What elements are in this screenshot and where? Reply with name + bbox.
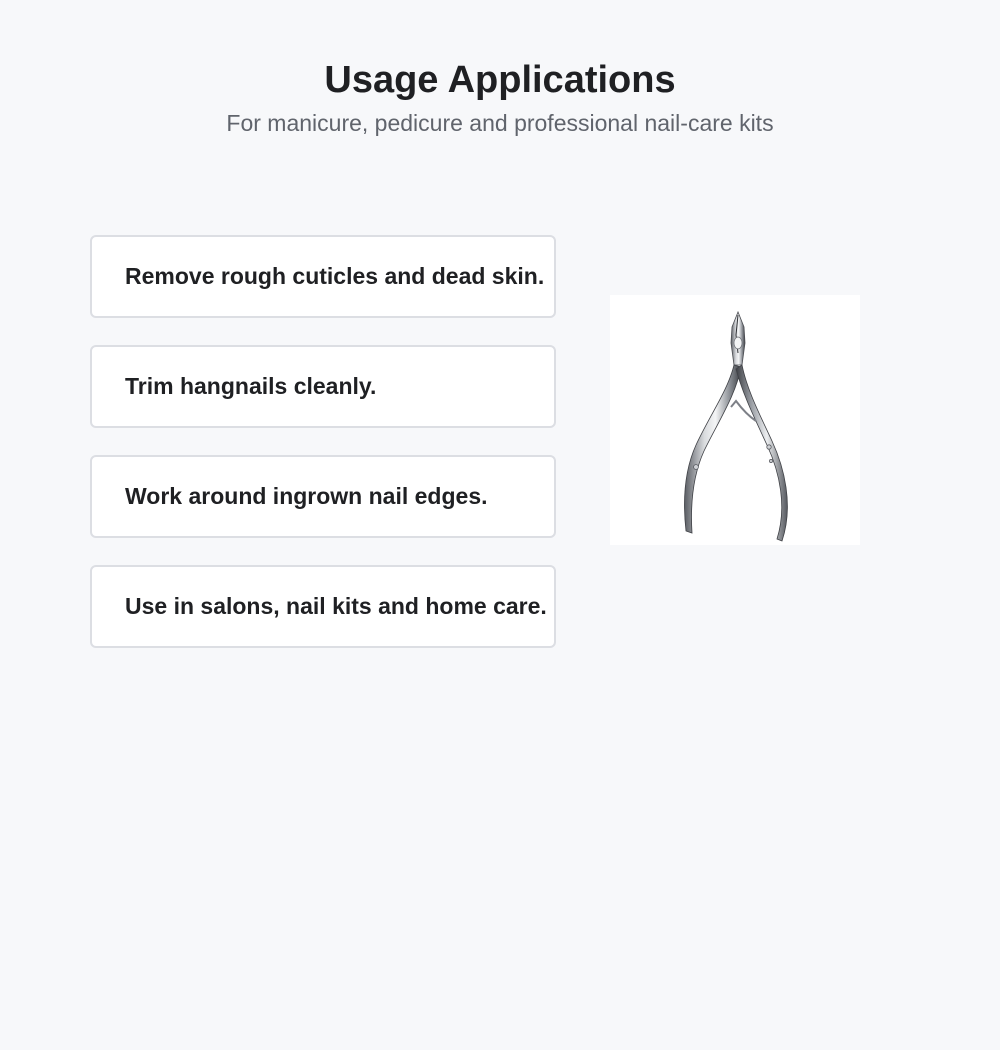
page-header: Usage Applications For manicure, pedicur… [0, 56, 1000, 138]
application-text: Trim hangnails cleanly. [125, 373, 377, 399]
cuticle-nipper-icon [684, 310, 788, 542]
application-card: Remove rough cuticles and dead skin. [90, 235, 556, 318]
page-title: Usage Applications [324, 59, 676, 101]
application-text: Use in salons, nail kits and home care. [125, 593, 547, 619]
page-subtitle: For manicure, pedicure and professional … [226, 110, 774, 136]
application-card: Use in salons, nail kits and home care. [90, 565, 556, 648]
application-text: Work around ingrown nail edges. [125, 483, 488, 509]
applications-list: Remove rough cuticles and dead skin. Tri… [90, 235, 556, 675]
application-card: Trim hangnails cleanly. [90, 345, 556, 428]
application-card: Work around ingrown nail edges. [90, 455, 556, 538]
application-text: Remove rough cuticles and dead skin. [125, 263, 545, 289]
product-image [610, 295, 860, 545]
